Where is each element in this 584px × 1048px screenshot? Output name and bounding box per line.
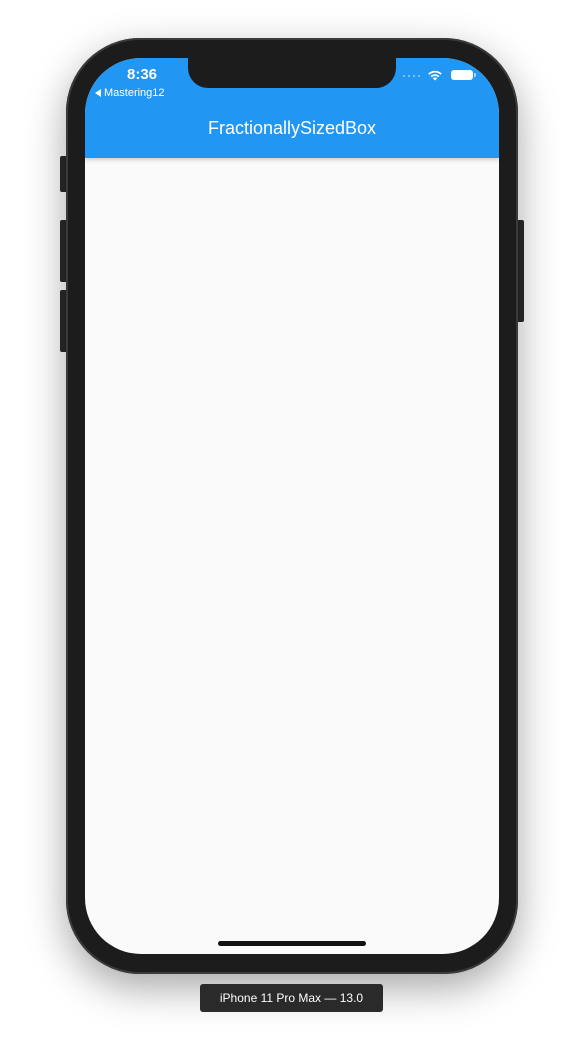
- back-triangle-icon: [95, 89, 101, 97]
- app-bar: 8:36 Mastering12 DEBUG FractionallySized…: [85, 58, 499, 158]
- simulator-stage: 8:36 Mastering12 DEBUG FractionallySized…: [0, 0, 584, 1048]
- phone-frame: 8:36 Mastering12 DEBUG FractionallySized…: [66, 38, 518, 974]
- home-indicator[interactable]: [218, 941, 366, 946]
- status-back-label: Mastering12: [104, 87, 165, 99]
- status-back-link[interactable]: Mastering12: [95, 87, 165, 99]
- phone-screen: 8:36 Mastering12 DEBUG FractionallySized…: [85, 58, 499, 954]
- device-label: iPhone 11 Pro Max — 13.0: [200, 984, 383, 1012]
- cellular-signal-icon: [403, 75, 420, 77]
- wifi-icon: [428, 70, 442, 81]
- debug-banner: DEBUG: [460, 58, 499, 108]
- battery-icon: [451, 70, 476, 80]
- page-title: FractionallySizedBox: [207, 118, 377, 138]
- notch: [188, 58, 396, 88]
- status-time: 8:36: [126, 66, 158, 83]
